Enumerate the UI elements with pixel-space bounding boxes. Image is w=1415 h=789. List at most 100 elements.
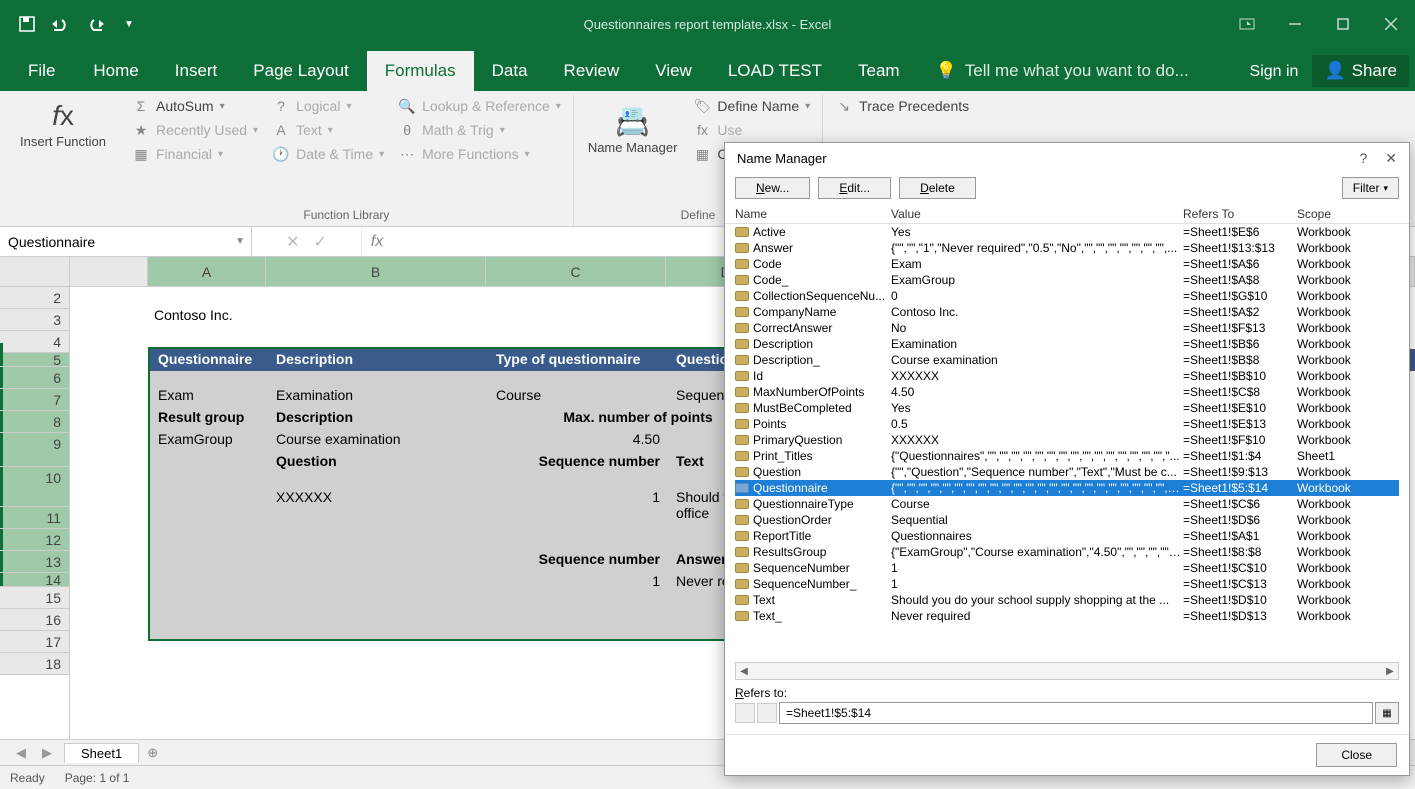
tab-formulas[interactable]: Formulas: [367, 51, 474, 91]
dialog-help-icon[interactable]: ?: [1359, 150, 1367, 166]
name-list-row[interactable]: Questionnaire{"","","","","","","","",""…: [735, 480, 1399, 496]
name-list-row[interactable]: ResultsGroup{"ExamGroup","Course examina…: [735, 544, 1399, 560]
name-list-row[interactable]: ReportTitleQuestionnaires=Sheet1!$A$1Wor…: [735, 528, 1399, 544]
names-list[interactable]: ActiveYes=Sheet1!$E$6WorkbookAnswer{"","…: [725, 224, 1409, 658]
name-list-row[interactable]: Code_ExamGroup=Sheet1!$A$8Workbook: [735, 272, 1399, 288]
row-header[interactable]: 16: [0, 609, 69, 631]
name-list-row[interactable]: Points0.5=Sheet1!$E$13Workbook: [735, 416, 1399, 432]
data-row[interactable]: QuestionSequence numberText: [150, 451, 788, 471]
datetime-button[interactable]: 🕐Date & Time ▾: [266, 143, 390, 165]
row-header[interactable]: 18: [0, 653, 69, 675]
new-button[interactable]: New...: [735, 177, 810, 199]
row-header[interactable]: 13: [0, 551, 69, 573]
text-button[interactable]: AText ▾: [266, 119, 390, 141]
refers-to-input[interactable]: [779, 702, 1373, 724]
data-row[interactable]: Result groupDescriptionMax. number of po…: [150, 407, 788, 427]
sheet-nav-next-icon[interactable]: ▶: [38, 745, 56, 761]
close-button[interactable]: Close: [1316, 743, 1397, 767]
name-list-row[interactable]: MaxNumberOfPoints4.50=Sheet1!$C$8Workboo…: [735, 384, 1399, 400]
name-box[interactable]: Questionnaire▼: [0, 227, 252, 256]
name-list-row[interactable]: SequenceNumber_1=Sheet1!$C$13Workbook: [735, 576, 1399, 592]
data-row[interactable]: ExamGroupCourse examination4.50: [150, 429, 668, 449]
col-header-c[interactable]: C: [486, 257, 666, 286]
data-row[interactable]: ExamExaminationCourseSequentia: [150, 385, 788, 405]
sheet-tab[interactable]: Sheet1: [64, 743, 139, 763]
name-list-row[interactable]: Description_Course examination=Sheet1!$B…: [735, 352, 1399, 368]
name-list-row[interactable]: MustBeCompletedYes=Sheet1!$E$10Workbook: [735, 400, 1399, 416]
name-list-row[interactable]: Answer{"","","1","Never required","0.5",…: [735, 240, 1399, 256]
name-list-row[interactable]: QuestionOrderSequential=Sheet1!$D$6Workb…: [735, 512, 1399, 528]
dialog-close-icon[interactable]: ✕: [1385, 150, 1397, 167]
data-row[interactable]: Sequence numberAnswer: [150, 549, 788, 569]
qat-customize-icon[interactable]: ▼: [116, 11, 142, 37]
name-list-row[interactable]: Print_Titles{"Questionnaires","","","","…: [735, 448, 1399, 464]
scroll-right-icon[interactable]: ▶: [1382, 663, 1398, 679]
sheet-nav-prev-icon[interactable]: ◀: [12, 745, 30, 761]
row-header[interactable]: 3: [0, 309, 69, 331]
tab-loadtest[interactable]: LOAD TEST: [710, 51, 840, 91]
row-header[interactable]: 8: [0, 411, 69, 433]
more-functions-button[interactable]: ⋯More Functions ▾: [392, 143, 567, 165]
name-list-row[interactable]: ActiveYes=Sheet1!$E$6Workbook: [735, 224, 1399, 240]
range-picker-icon[interactable]: ▦: [1375, 702, 1399, 724]
row-header[interactable]: 15: [0, 587, 69, 609]
row-header[interactable]: 4: [0, 331, 69, 353]
recently-used-button[interactable]: ★Recently Used ▾: [126, 119, 264, 141]
undo-icon[interactable]: [48, 11, 74, 37]
row-header[interactable]: 6: [0, 367, 69, 389]
trace-precedents-button[interactable]: ↘Trace Precedents: [829, 95, 975, 117]
col-header-a[interactable]: A: [148, 257, 266, 286]
redo-icon[interactable]: [82, 11, 108, 37]
name-list-row[interactable]: PrimaryQuestionXXXXXX=Sheet1!$F$10Workbo…: [735, 432, 1399, 448]
name-list-row[interactable]: DescriptionExamination=Sheet1!$B$6Workbo…: [735, 336, 1399, 352]
autosum-button[interactable]: ΣAutoSum ▾: [126, 95, 264, 117]
tab-insert[interactable]: Insert: [157, 51, 236, 91]
tab-file[interactable]: File: [8, 51, 75, 91]
name-list-row[interactable]: CodeExam=Sheet1!$A$6Workbook: [735, 256, 1399, 272]
logical-button[interactable]: ?Logical ▾: [266, 95, 390, 117]
chevron-down-icon[interactable]: ▼: [235, 236, 245, 247]
close-icon[interactable]: [1367, 0, 1415, 48]
name-list-row[interactable]: IdXXXXXX=Sheet1!$B$10Workbook: [735, 368, 1399, 384]
row-header[interactable]: 7: [0, 389, 69, 411]
horizontal-scrollbar[interactable]: ◀ ▶: [735, 662, 1399, 680]
name-list-row[interactable]: CorrectAnswerNo=Sheet1!$F$13Workbook: [735, 320, 1399, 336]
lookup-button[interactable]: 🔍Lookup & Reference ▾: [392, 95, 567, 117]
name-list-row[interactable]: SequenceNumber1=Sheet1!$C$10Workbook: [735, 560, 1399, 576]
refers-apply-icon[interactable]: [757, 703, 777, 723]
row-header[interactable]: 5: [0, 353, 69, 367]
save-icon[interactable]: [14, 11, 40, 37]
filter-button[interactable]: Filter▾: [1342, 177, 1399, 199]
define-name-button[interactable]: 🏷Define Name ▾: [687, 95, 816, 117]
select-all-cell[interactable]: [0, 257, 70, 287]
share-button[interactable]: 👤Share: [1312, 55, 1409, 87]
name-list-row[interactable]: Question{"","Question","Sequence number"…: [735, 464, 1399, 480]
row-header[interactable]: 2: [0, 287, 69, 309]
delete-button[interactable]: Delete: [899, 177, 976, 199]
row-header[interactable]: 12: [0, 529, 69, 551]
math-button[interactable]: θMath & Trig ▾: [392, 119, 567, 141]
use-in-formula-button[interactable]: fxUse: [687, 119, 816, 141]
name-list-row[interactable]: CollectionSequenceNu...0=Sheet1!$G$10Wor…: [735, 288, 1399, 304]
row-header[interactable]: 14: [0, 573, 69, 587]
scroll-left-icon[interactable]: ◀: [736, 663, 752, 679]
tab-home[interactable]: Home: [75, 51, 156, 91]
row-header[interactable]: 10: [0, 467, 69, 507]
name-list-row[interactable]: CompanyNameContoso Inc.=Sheet1!$A$2Workb…: [735, 304, 1399, 320]
tab-view[interactable]: View: [637, 51, 710, 91]
cell-company[interactable]: Contoso Inc.: [154, 307, 233, 323]
data-row[interactable]: XXXXXX1Should yo the office: [150, 487, 788, 523]
name-list-row[interactable]: TextShould you do your school supply sho…: [735, 592, 1399, 608]
col-header-b[interactable]: B: [266, 257, 486, 286]
financial-button[interactable]: ▦Financial ▾: [126, 143, 264, 165]
name-manager-button[interactable]: 📇 Name Manager: [580, 95, 686, 165]
row-header[interactable]: 17: [0, 631, 69, 653]
row-header[interactable]: 11: [0, 507, 69, 529]
maximize-icon[interactable]: [1319, 0, 1367, 48]
edit-button[interactable]: Edit...: [818, 177, 891, 199]
tab-review[interactable]: Review: [546, 51, 638, 91]
data-row[interactable]: 1Never req: [150, 571, 788, 591]
tab-data[interactable]: Data: [474, 51, 546, 91]
row-header[interactable]: 9: [0, 433, 69, 467]
add-sheet-icon[interactable]: ⊕: [147, 745, 158, 761]
